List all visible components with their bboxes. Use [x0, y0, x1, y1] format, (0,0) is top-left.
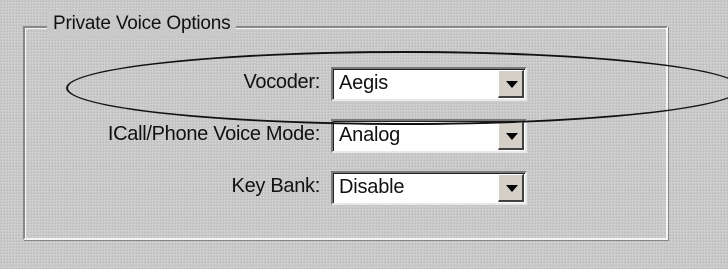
- vocoder-select[interactable]: Aegis: [331, 67, 527, 101]
- icall-phone-voice-mode-value: Analog: [339, 124, 401, 146]
- chevron-down-icon: [506, 133, 518, 140]
- group-title: Private Voice Options: [47, 12, 237, 36]
- vocoder-dropdown-button[interactable]: [498, 70, 524, 98]
- icall-phone-voice-mode-select[interactable]: Analog: [331, 119, 527, 153]
- icall-phone-voice-mode-label: ICall/Phone Voice Mode:: [107, 123, 320, 145]
- key-bank-value: Disable: [339, 176, 405, 198]
- vocoder-row: Vocoder: Aegis: [0, 67, 728, 103]
- key-bank-dropdown-button[interactable]: [498, 174, 524, 202]
- key-bank-select[interactable]: Disable: [331, 171, 527, 205]
- chevron-down-icon: [506, 81, 518, 88]
- icall-phone-voice-mode-dropdown-button[interactable]: [498, 122, 524, 150]
- key-bank-label: Key Bank:: [231, 175, 321, 197]
- vocoder-label: Vocoder:: [243, 71, 320, 93]
- icall-phone-voice-mode-row: ICall/Phone Voice Mode: Analog: [0, 119, 728, 155]
- key-bank-row: Key Bank: Disable: [0, 171, 728, 207]
- chevron-down-icon: [506, 185, 518, 192]
- vocoder-value: Aegis: [339, 72, 389, 94]
